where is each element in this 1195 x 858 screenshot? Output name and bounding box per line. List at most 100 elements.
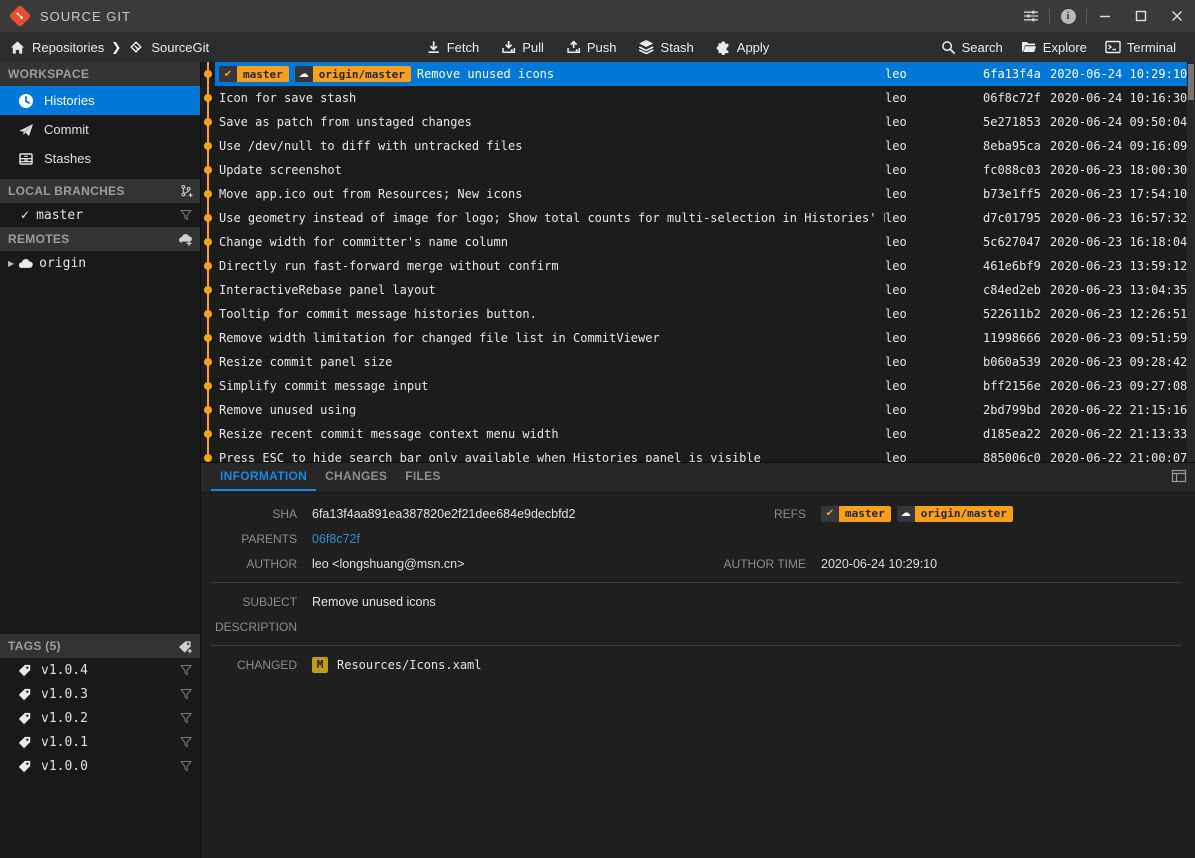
add-tag-icon[interactable] xyxy=(178,639,193,654)
preferences-button[interactable] xyxy=(1013,0,1049,32)
terminal-button[interactable]: Terminal xyxy=(1096,32,1185,62)
remote-row-origin[interactable]: ▶ origin xyxy=(0,251,200,275)
about-icon: i xyxy=(1060,8,1076,24)
tags-header-label: TAGS (5) xyxy=(8,639,61,653)
commit-row[interactable]: Use /dev/null to diff with untracked fil… xyxy=(201,134,1195,158)
commit-sha: d185ea22 xyxy=(983,427,1041,441)
filter-icon[interactable] xyxy=(180,688,192,700)
apply-button[interactable]: Apply xyxy=(707,32,779,62)
chevron-right-icon: ❯ xyxy=(111,40,122,54)
commit-row[interactable]: Use geometry instead of image for logo; … xyxy=(201,206,1195,230)
commit-dot-icon xyxy=(204,358,212,366)
tag-row[interactable]: v1.0.2 xyxy=(0,706,200,730)
commit-dot-icon xyxy=(204,94,212,102)
close-button[interactable] xyxy=(1159,0,1195,32)
commit-row[interactable]: Resize commit panel size leo b060a539 2020-… xyxy=(201,350,1195,374)
author-time-label: AUTHOR TIME xyxy=(723,556,806,571)
commit-row[interactable]: Change width for committer's name column… xyxy=(201,230,1195,254)
add-branch-icon[interactable] xyxy=(179,184,193,198)
layout-toggle-icon[interactable] xyxy=(1171,468,1187,484)
filter-icon[interactable] xyxy=(180,736,192,748)
remotes-header-label: REMOTES xyxy=(8,232,70,246)
sidebar-item-stashes[interactable]: Stashes xyxy=(0,144,200,173)
commit-graph xyxy=(201,62,215,86)
tag-icon xyxy=(18,760,31,773)
titlebar: SOURCE GIT i xyxy=(0,0,1195,32)
commit-time: 2020-06-23 09:28:42 xyxy=(1050,355,1188,369)
stash-button[interactable]: Stash xyxy=(630,32,703,62)
cloud-icon xyxy=(18,257,33,270)
tag-row[interactable]: v1.0.4 xyxy=(0,658,200,682)
tab-information[interactable]: INFORMATION xyxy=(211,463,317,491)
commit-time: 2020-06-23 16:18:04 xyxy=(1050,235,1188,249)
minimize-button[interactable] xyxy=(1087,0,1123,32)
commit-row[interactable]: Icon for save stash leo 06f8c72f 2020-06-24… xyxy=(201,86,1195,110)
commit-row[interactable]: Simplify commit message input leo bff2156e… xyxy=(201,374,1195,398)
commit-row[interactable]: Save as patch from unstaged changes leo 5e… xyxy=(201,110,1195,134)
tag-row[interactable]: v1.0.0 xyxy=(0,754,200,778)
scrollbar[interactable] xyxy=(1187,62,1195,462)
filter-icon[interactable] xyxy=(180,209,192,221)
sidebar-item-commit[interactable]: Commit xyxy=(0,115,200,144)
commit-time: 2020-06-23 12:26:51 xyxy=(1050,307,1188,321)
commit-row[interactable]: Move app.ico out from Resources; New ico… xyxy=(201,182,1195,206)
push-button[interactable]: Push xyxy=(557,32,626,62)
toolbar-actions: Fetch Pull Push Stash Apply xyxy=(417,32,779,62)
filter-icon[interactable] xyxy=(180,712,192,724)
commit-author: leo xyxy=(885,139,907,153)
commit-author: leo xyxy=(885,427,907,441)
parent-sha-link[interactable]: 06f8c72f xyxy=(312,532,360,546)
sidebar-item-histories[interactable]: Histories xyxy=(0,86,200,115)
filter-icon[interactable] xyxy=(180,760,192,772)
changed-file-row[interactable]: M Resources/Icons.xaml xyxy=(312,656,1181,673)
tag-name: v1.0.1 xyxy=(41,734,88,750)
home-icon[interactable] xyxy=(10,40,25,55)
tab-files[interactable]: FILES xyxy=(396,463,450,491)
commit-row[interactable]: Remove width limitation for changed file… xyxy=(201,326,1195,350)
add-remote-icon[interactable] xyxy=(178,232,193,247)
commit-graph xyxy=(201,374,215,398)
scrollbar-thumb[interactable] xyxy=(1188,64,1194,100)
commit-time: 2020-06-23 16:57:32 xyxy=(1050,211,1188,225)
fetch-button[interactable]: Fetch xyxy=(417,32,489,62)
commit-graph xyxy=(201,422,215,446)
commit-subject: Resize recent commit message context men… xyxy=(215,427,885,441)
tag-row[interactable]: v1.0.1 xyxy=(0,730,200,754)
commit-cells: Simplify commit message input leo bff2156e… xyxy=(215,374,1195,398)
commit-row[interactable]: Remove unused using leo 2bd799bd 2020-06-22… xyxy=(201,398,1195,422)
about-button[interactable]: i xyxy=(1050,0,1086,32)
commit-row[interactable]: Resize recent commit message context men… xyxy=(201,422,1195,446)
maximize-button[interactable] xyxy=(1123,0,1159,32)
commit-sha: b060a539 xyxy=(983,355,1041,369)
commit-dot-icon xyxy=(204,262,212,270)
commit-sha: 885006c0 xyxy=(983,451,1041,462)
commit-row[interactable]: ✔ master ☁ origin/master Remove unused icons… xyxy=(201,62,1195,86)
commit-row[interactable]: Tooltip for commit message histories but… xyxy=(201,302,1195,326)
tag-row[interactable]: v1.0.3 xyxy=(0,682,200,706)
expander-icon[interactable]: ▶ xyxy=(8,259,14,268)
breadcrumb-repositories[interactable]: Repositories xyxy=(32,40,104,55)
commit-row[interactable]: Update screenshot leo fc088c03 2020-06-23 1… xyxy=(201,158,1195,182)
tag-name: v1.0.4 xyxy=(41,662,88,678)
commit-subject: Update screenshot xyxy=(215,163,885,177)
commit-row[interactable]: Press ESC to hide search bar only availa… xyxy=(201,446,1195,462)
commit-time: 2020-06-24 10:29:10 xyxy=(1050,67,1188,81)
branch-row-master[interactable]: ✓ master xyxy=(0,203,200,227)
commit-row[interactable]: InteractiveRebase panel layout leo c84ed2e… xyxy=(201,278,1195,302)
breadcrumb-repo[interactable]: SourceGit xyxy=(151,40,209,55)
ref-badge: ✔ master xyxy=(219,66,289,82)
commit-message: Move app.ico out from Resources; New ico… xyxy=(219,187,523,201)
filter-icon[interactable] xyxy=(180,664,192,676)
author-value: leo <longshuang@msn.cn> xyxy=(312,556,465,571)
commit-dot-icon xyxy=(204,214,212,222)
commit-graph xyxy=(201,182,215,206)
explore-button[interactable]: Explore xyxy=(1012,32,1096,62)
tag-icon xyxy=(18,664,31,677)
commit-row[interactable]: Directly run fast-forward merge without … xyxy=(201,254,1195,278)
pull-button[interactable]: Pull xyxy=(492,32,553,62)
tab-changes[interactable]: CHANGES xyxy=(316,463,396,491)
search-button[interactable]: Search xyxy=(932,32,1012,62)
apply-label: Apply xyxy=(736,39,770,55)
commit-dot-icon xyxy=(204,238,212,246)
commit-sha: bff2156e xyxy=(983,379,1041,393)
